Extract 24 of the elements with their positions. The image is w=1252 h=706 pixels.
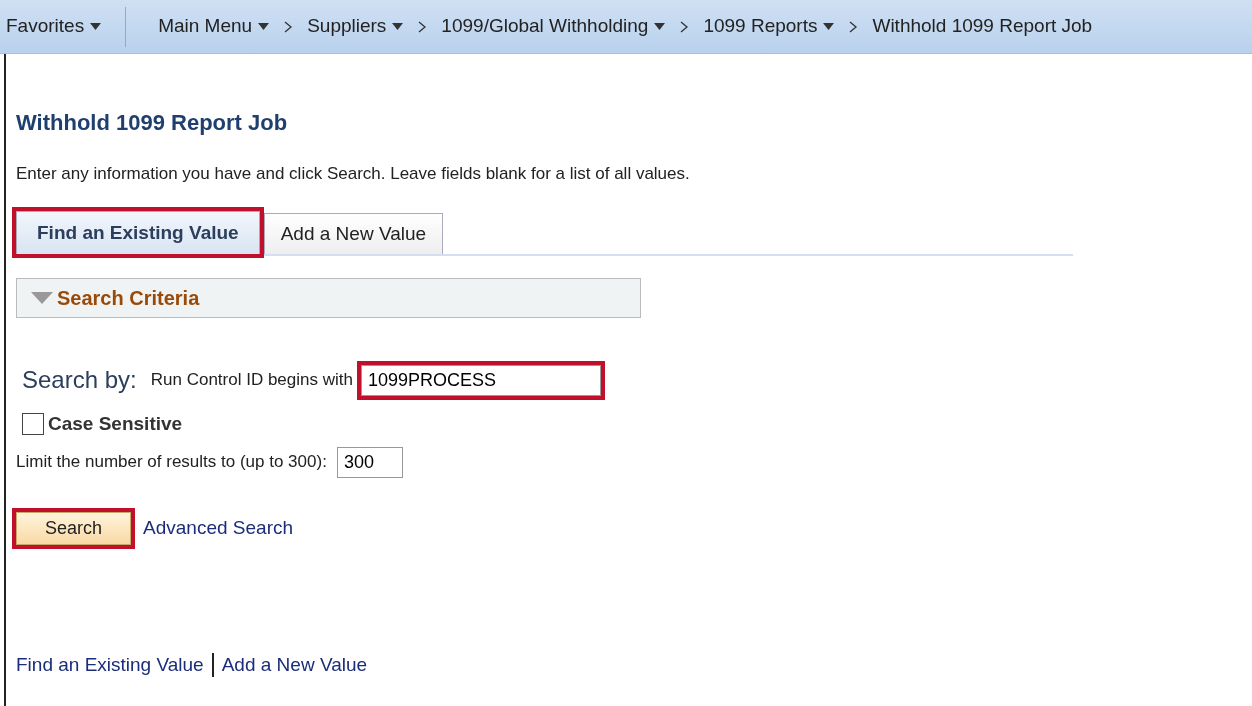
- breadcrumb-link[interactable]: Favorites: [6, 12, 102, 41]
- page-title: Withhold 1099 Report Job: [16, 109, 289, 137]
- section-title: Search Criteria: [57, 286, 200, 311]
- breadcrumb-link[interactable]: Suppliers: [307, 12, 404, 41]
- footer-link[interactable]: Find an Existing Value: [16, 650, 204, 679]
- tab[interactable]: Add a New Value: [263, 212, 444, 254]
- chevron-icon: [679, 20, 690, 33]
- breadcrumb-link[interactable]: 1099 Reports: [703, 12, 835, 41]
- chevron-icon: [283, 20, 294, 33]
- breadcrumb-link[interactable]: 1099/Global Withholding: [441, 12, 666, 41]
- search-criteria-header[interactable]: Search Criteria: [16, 278, 641, 318]
- limit-label: Limit the number of results to (up to 300):: [16, 451, 327, 474]
- chevron-icon: [417, 20, 428, 33]
- search-by-label: Search by:: [22, 365, 137, 395]
- advanced-search-link[interactable]: Advanced Search: [143, 513, 294, 543]
- checkbox-label: Case Sensitive: [48, 412, 183, 436]
- chevron-icon: [848, 20, 859, 33]
- checkbox[interactable]: [22, 413, 44, 436]
- instructions-text: Enter any information you have and click Search. Leave fields blank for a list of all values.: [16, 163, 691, 185]
- field-label: Run Control ID begins with: [150, 369, 353, 392]
- input-field[interactable]: 300: [336, 446, 403, 478]
- breadcrumb-link[interactable]: Withhold 1099 Report Job: [872, 12, 1093, 41]
- breadcrumb-link[interactable]: Main Menu: [158, 12, 270, 41]
- footer-link[interactable]: Add a New Value: [221, 650, 368, 679]
